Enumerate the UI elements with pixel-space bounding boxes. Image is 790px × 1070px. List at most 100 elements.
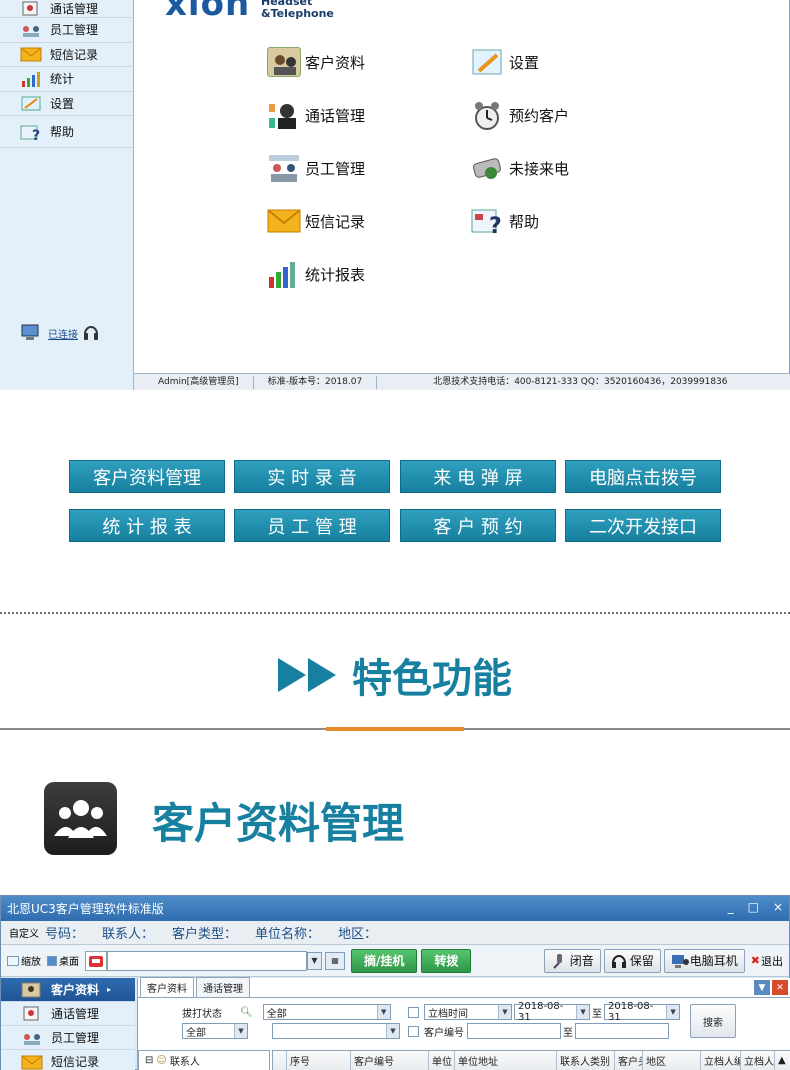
desktop-toggle[interactable]: 桌面 [47,953,79,968]
top-sidebar: 通话管理 员工管理 短信记录 统计 设置 ? 帮助 已连接 [0,0,134,390]
grid-sms-button[interactable]: 短信记录 [267,206,365,236]
shrink-toggle[interactable]: 缩放 [7,953,41,968]
mute-button[interactable]: 闭音 [543,948,601,973]
keypad-icon[interactable]: ▦ [325,951,345,970]
close-button[interactable]: × [773,900,783,914]
answer-hangup-button[interactable]: 摘/挂机 [351,948,418,973]
exit-button[interactable]: ✖ 退出 [751,953,783,969]
exit-icon: ✖ [750,954,760,967]
search-button[interactable]: 搜索 [690,1004,736,1038]
column-header-index[interactable]: 序号 [287,1051,351,1070]
svg-text:?: ? [489,214,502,236]
feature-appointment[interactable]: 客 户 预 约 [400,509,556,542]
grid-customer-info-button[interactable]: 客户资料 [267,47,365,77]
secondary-filter: 全部 ▼ ▼ [182,1023,400,1039]
feature-reports[interactable]: 统 计 报 表 [69,509,225,542]
feature-live-recording[interactable]: 实 时 录 音 [234,460,390,493]
grid-call-management-button[interactable]: 通话管理 [267,100,365,130]
feature-staff[interactable]: 员 工 管 理 [234,509,390,542]
field-contact: 联系人： [102,927,155,942]
feature-click-to-dial[interactable]: 电脑点击拨号 [565,460,721,493]
column-header-address[interactable]: 单位地址 [455,1051,557,1070]
column-header-customer-head[interactable]: 客户头 [615,1051,643,1070]
sidebar-item-stats[interactable]: 统计 [0,67,133,92]
minimize-button[interactable]: _ [728,900,734,914]
date-from-picker[interactable]: 2018-08-31 ▼ [514,1001,590,1023]
hold-button[interactable]: 保留 [603,948,661,973]
panel-tabs: 客户资料 通话管理 ▼ ✕ [138,977,790,998]
tree-root-label[interactable]: 联系人 [170,1053,200,1068]
status-support: 北恩技术支持电话：400-8121-333 QQ：3520160436，2039… [433,376,728,387]
sidebar-item-staff[interactable]: 员工管理 [0,18,133,43]
desktop-checkbox[interactable] [47,955,57,966]
sidebar-item-staff[interactable]: 员工管理 [1,1026,135,1050]
phone-icon[interactable] [85,950,107,971]
category-select[interactable]: 全部 ▼ [182,1023,248,1039]
settings-icon [471,47,505,77]
pc-headset-icon [671,953,689,969]
dial-toolbar: 缩放 桌面 ▼ ▦ 摘/挂机 转拨 闭音 保留 电脑耳机 ✖ 退出 [1,945,789,977]
chevron-down-icon: ▼ [376,1005,390,1019]
subcategory-select[interactable]: ▼ [272,1023,400,1039]
sidebar-item-help[interactable]: ? 帮助 [0,116,133,148]
grid-label: 帮助 [509,212,540,231]
column-header-contact-type[interactable]: 联系人类别 [557,1051,615,1070]
grid-label: 员工管理 [305,159,366,178]
pc-headset-button[interactable]: 电脑耳机 [663,948,745,973]
field-number: 号码： [45,927,85,942]
customer-no-from-input[interactable] [467,1023,561,1039]
tab-customer-info[interactable]: 客户资料 [140,977,194,997]
customer-group-icon [44,782,117,855]
grid-report-button[interactable]: 统计报表 [267,259,365,289]
grid-missed-call-button[interactable]: 未接来电 [471,153,569,183]
top-main-panel: xion Headset &Telephone 客户资料 设置 通话管理 预约客… [135,0,790,373]
dial-number-input[interactable] [107,950,307,971]
grid-settings-button[interactable]: 设置 [471,47,539,77]
date-filter-checkbox[interactable] [408,1006,419,1018]
customer-no-to-input[interactable] [575,1023,669,1039]
dial-status-select[interactable]: 全部 ▼ [262,1004,391,1020]
column-header-creator-no[interactable]: 立档人编 [701,1051,741,1070]
sidebar-item-label: 统计 [50,72,75,87]
grid-help-button[interactable]: ? 帮助 [471,206,540,239]
date-to-picker[interactable]: 2018-08-31 ▼ [604,1001,680,1023]
feature-customer-info[interactable]: 客户资料管理 [69,460,225,493]
customer-panel: 客户资料 通话管理 ▼ ✕ 拔打状态 🔍︎ 全部 ▼ 立档时间 ▼ 2018-08-… [137,977,790,1070]
column-header-customer-no[interactable]: 客户编号 [351,1051,429,1070]
sidebar-item-customer-info[interactable]: 客户资料 ▸ [1,978,135,1002]
grid-staff-button[interactable]: 员工管理 [267,153,365,183]
feature-caller-popup[interactable]: 来 电 弹 屏 [400,460,556,493]
chevron-right-icon: ▸ [107,985,112,994]
date-field-select[interactable]: 立档时间 ▼ [424,1004,512,1020]
sidebar-item-calls[interactable]: 通话管理 [1,1002,135,1026]
panel-close-button[interactable]: ✕ [772,980,788,995]
sidebar-item-label: 通话管理 [50,2,99,16]
maximize-button[interactable]: □ [748,900,759,914]
grid-appointment-button[interactable]: 预约客户 [471,100,569,130]
custom-link[interactable]: 自定义 [9,925,39,940]
sidebar-item-sms[interactable]: 短信记录 [1,1050,135,1070]
feature-sdk[interactable]: 二次开发接口 [565,509,721,542]
tree-expander[interactable]: ⊟ [145,1055,153,1066]
transfer-button[interactable]: 转拨 [421,948,472,973]
play-arrow-icon [278,658,306,692]
envelope-icon [20,46,42,62]
tab-call-management[interactable]: 通话管理 [196,977,250,997]
panel-dropdown-button[interactable]: ▼ [754,980,770,995]
sidebar-item-calls[interactable]: 通话管理 [0,0,133,18]
dial-history-dropdown[interactable]: ▼ [307,951,322,970]
sidebar-item-label: 客户资料 [51,983,100,997]
grid-label: 未接来电 [509,159,570,178]
call-management-icon [267,100,301,130]
panel-controls: ▼ ✕ [754,980,788,995]
customer-no-checkbox[interactable] [408,1025,419,1037]
column-header-region[interactable]: 地区 [643,1051,701,1070]
grid-select-column [273,1051,287,1070]
sidebar-item-settings[interactable]: 设置 [0,92,133,116]
computer-icon [20,322,44,345]
column-header-unit[interactable]: 单位 [429,1051,455,1070]
column-header-creator[interactable]: 立档人 [741,1051,775,1070]
sidebar-item-sms[interactable]: 短信记录 [0,43,133,67]
shrink-checkbox[interactable] [7,955,19,966]
scroll-up-icon[interactable]: ▲ [775,1051,790,1070]
